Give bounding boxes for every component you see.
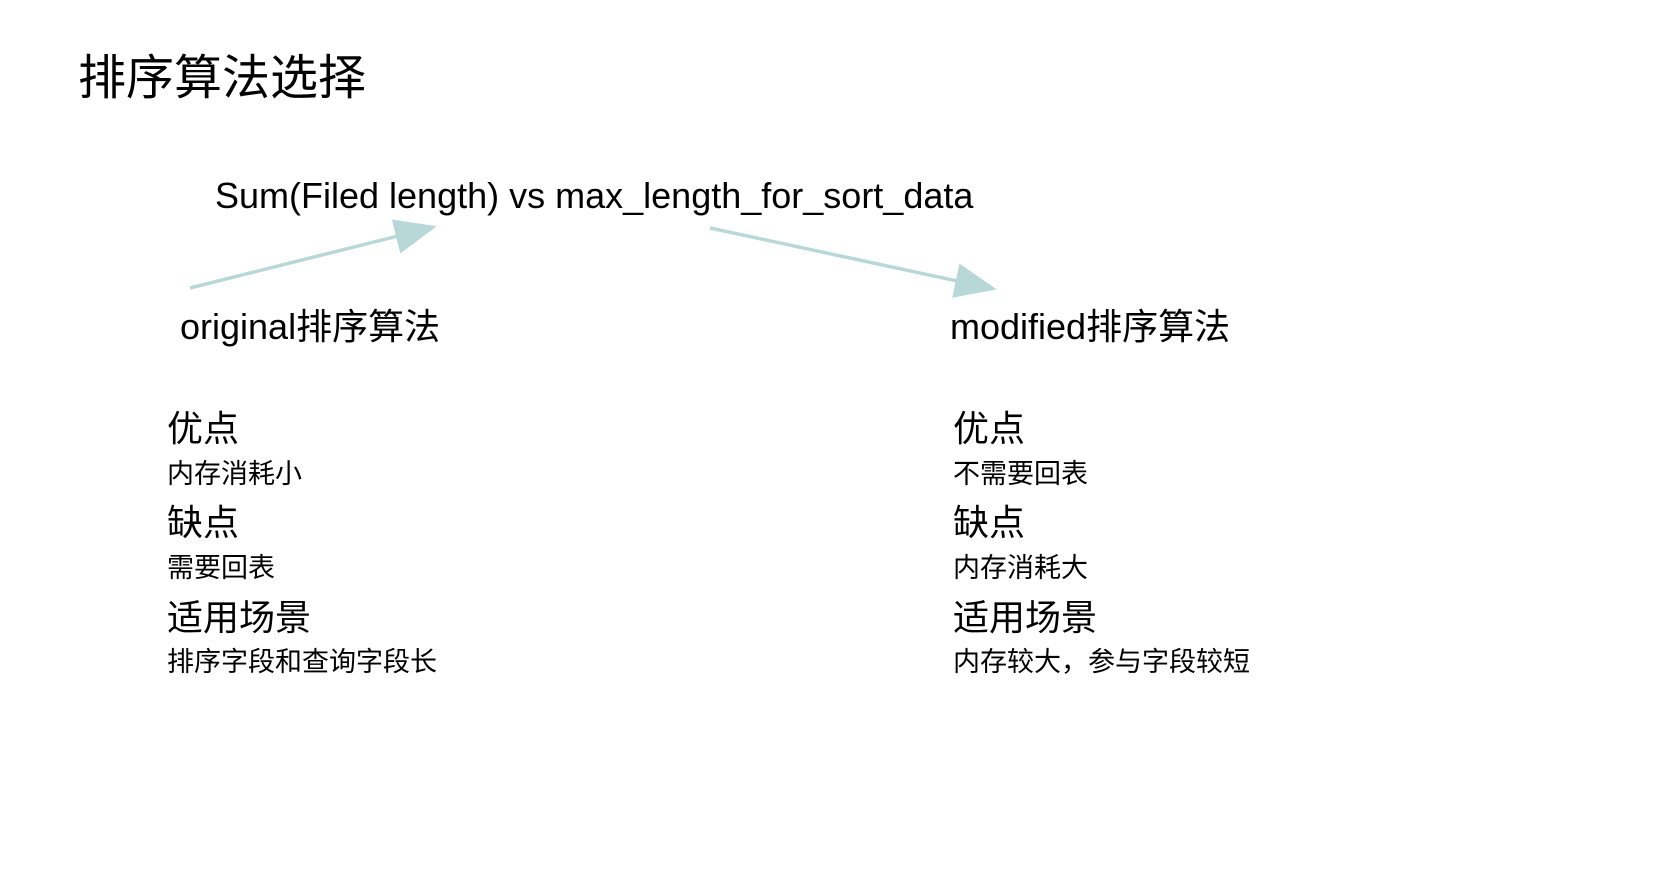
modified-cons-text: 内存消耗大 [953, 548, 1250, 590]
page-title: 排序算法选择 [78, 38, 366, 108]
original-cons-text: 需要回表 [167, 548, 437, 590]
modified-scenario-label: 适用场景 [953, 594, 1250, 643]
modified-section: 优点 不需要回表 缺点 内存消耗大 适用场景 内存较大，参与字段较短 [953, 405, 1250, 684]
modified-pros-text: 不需要回表 [953, 454, 1250, 496]
modified-cons-label: 缺点 [953, 499, 1250, 548]
original-scenario-text: 排序字段和查询字段长 [167, 642, 437, 684]
original-pros-label: 优点 [167, 405, 437, 454]
original-pros-text: 内存消耗小 [167, 454, 437, 496]
original-cons-label: 缺点 [167, 499, 437, 548]
comparison-header: Sum(Filed length) vs max_length_for_sort… [215, 175, 973, 217]
modified-pros-label: 优点 [953, 405, 1250, 454]
original-scenario-label: 适用场景 [167, 594, 437, 643]
original-section: 优点 内存消耗小 缺点 需要回表 适用场景 排序字段和查询字段长 [167, 405, 437, 684]
original-algo-label: original排序算法 [180, 298, 440, 350]
modified-algo-label: modified排序算法 [950, 298, 1230, 350]
modified-scenario-text: 内存较大，参与字段较短 [953, 642, 1250, 684]
